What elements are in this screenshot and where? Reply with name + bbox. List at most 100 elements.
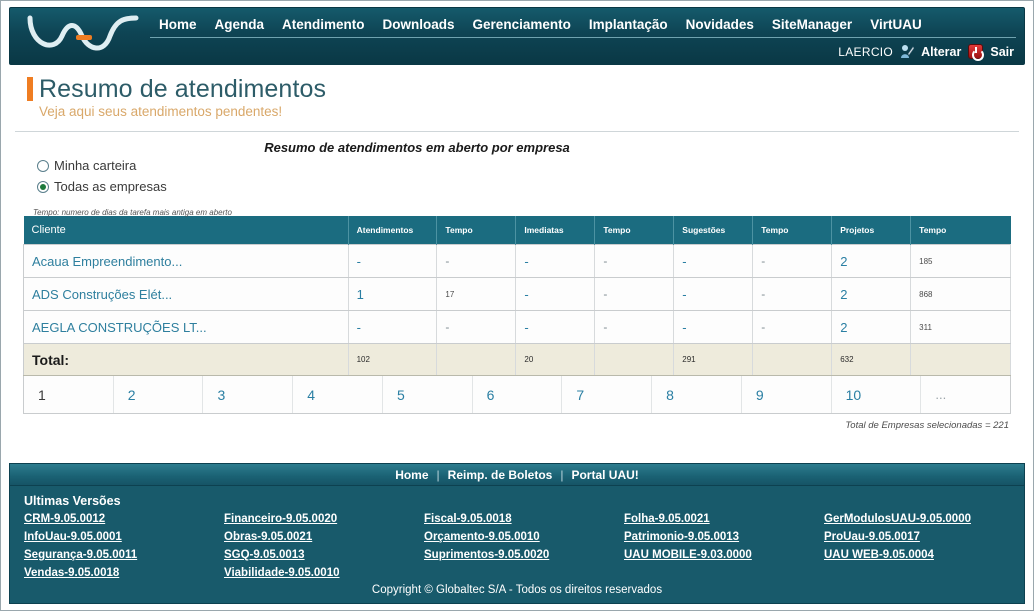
imediatas-link[interactable]: - <box>524 254 528 269</box>
version-link-obras[interactable]: Obras-9.05.0021 <box>224 529 424 545</box>
cliente-link[interactable]: Acaua Empreendimento... <box>32 254 182 269</box>
version-link-suprimentos[interactable]: Suprimentos-9.05.0020 <box>424 547 624 563</box>
radio-todas-empresas[interactable]: Todas as empresas <box>37 179 167 194</box>
col-imediatas[interactable]: Imediatas <box>515 216 596 245</box>
version-link-uau-web[interactable]: UAU WEB-9.05.0004 <box>824 547 1024 563</box>
nav-item-gerenciamento[interactable]: Gerenciamento <box>464 16 580 34</box>
version-link-financeiro[interactable]: Financeiro-9.05.0020 <box>224 511 424 527</box>
total-imediatas: 20 <box>515 343 596 376</box>
radio-todas-empresas-label[interactable]: Todas as empresas <box>54 179 167 194</box>
sugestoes-link[interactable]: - <box>682 287 686 302</box>
nav-item-home[interactable]: Home <box>150 16 206 34</box>
cell-cliente: Acaua Empreendimento... <box>23 244 349 278</box>
version-link-vendas[interactable]: Vendas-9.05.0018 <box>24 565 224 581</box>
nav-item-implantacao[interactable]: Implantação <box>580 16 677 34</box>
cell-imediatas: - <box>515 277 596 311</box>
cliente-link[interactable]: AEGLA CONSTRUÇÕES LT... <box>32 320 207 335</box>
page-3: 3 <box>203 376 294 413</box>
footer-link-portal-uau[interactable]: Portal UAU! <box>571 468 638 482</box>
page-link-5[interactable]: 5 <box>397 387 405 403</box>
version-link-folha[interactable]: Folha-9.05.0021 <box>624 511 824 527</box>
version-link-uau-mobile[interactable]: UAU MOBILE-9.03.0000 <box>624 547 824 563</box>
uau-logo[interactable] <box>24 14 144 58</box>
nav-item-atendimento[interactable]: Atendimento <box>273 16 374 34</box>
total-tempo-3 <box>752 343 833 376</box>
change-user-link[interactable]: Alterar <box>921 45 961 59</box>
page-footer: Home | Reimp. de Boletos | Portal UAU! U… <box>9 463 1025 604</box>
atendimentos-link[interactable]: - <box>357 320 361 335</box>
imediatas-link[interactable]: - <box>524 287 528 302</box>
section-caption: Resumo de atendimentos em aberto por emp… <box>264 140 570 155</box>
projetos-link[interactable]: 2 <box>840 254 847 269</box>
atendimentos-link[interactable]: - <box>357 254 361 269</box>
page-link-7[interactable]: 7 <box>576 387 584 403</box>
col-projetos[interactable]: Projetos <box>831 216 912 245</box>
radio-todas-empresas-dot[interactable] <box>37 180 49 193</box>
atendimentos-table: Cliente Atendimentos Tempo Imediatas Tem… <box>23 216 1011 376</box>
radio-minha-carteira[interactable]: Minha carteira <box>37 158 167 173</box>
total-tempo-4 <box>910 343 1011 376</box>
atendimentos-link[interactable]: 1 <box>357 287 364 302</box>
col-atendimentos[interactable]: Atendimentos <box>348 216 438 245</box>
version-link-fiscal[interactable]: Fiscal-9.05.0018 <box>424 511 624 527</box>
page-1[interactable]: 1 <box>24 376 114 413</box>
col-sugestoes[interactable]: Sugestões <box>673 216 754 245</box>
col-tempo-3[interactable]: Tempo <box>752 216 833 245</box>
imediatas-link[interactable]: - <box>524 320 528 335</box>
footer-separator-1: | <box>436 467 440 482</box>
sugestoes-link[interactable]: - <box>682 254 686 269</box>
cell-atendimentos: - <box>348 244 438 278</box>
version-link-crm[interactable]: CRM-9.05.0012 <box>24 511 224 527</box>
radio-minha-carteira-dot[interactable] <box>37 159 49 172</box>
col-tempo-1[interactable]: Tempo <box>436 216 517 245</box>
projetos-link[interactable]: 2 <box>840 287 847 302</box>
nav-item-virtuau[interactable]: VirtUAU <box>861 16 931 34</box>
page-link-10[interactable]: 10 <box>846 387 862 403</box>
cell-tempo-3: - <box>752 244 833 278</box>
page-link-8[interactable]: 8 <box>666 387 674 403</box>
power-icon[interactable] <box>968 44 985 61</box>
version-link-seguranca[interactable]: Segurança-9.05.0011 <box>24 547 224 563</box>
page-8: 8 <box>652 376 742 413</box>
total-projetos: 632 <box>831 343 912 376</box>
page-subtitle: Veja aqui seus atendimentos pendentes! <box>39 104 283 119</box>
cell-tempo-1: - <box>436 244 517 278</box>
cell-tempo-4: 311 <box>910 310 1011 344</box>
page-more[interactable]: ... <box>921 376 1010 413</box>
logged-user-name: LAERCIO <box>838 44 894 59</box>
page-link-4[interactable]: 4 <box>307 387 315 403</box>
cell-tempo-4: 868 <box>910 277 1011 311</box>
version-link-prouau[interactable]: ProUau-9.05.0017 <box>824 529 1024 545</box>
page-link-6[interactable]: 6 <box>487 387 495 403</box>
version-link-sgq[interactable]: SGQ-9.05.0013 <box>224 547 424 563</box>
page-link-9[interactable]: 9 <box>756 387 764 403</box>
logout-link[interactable]: Sair <box>990 45 1014 59</box>
version-link-infouau[interactable]: InfoUau-9.05.0001 <box>24 529 224 545</box>
version-link-orcamento[interactable]: Orçamento-9.05.0010 <box>424 529 624 545</box>
total-companies-label: Total de Empresas selecionadas = 221 <box>845 420 1009 431</box>
footer-link-reimp-boletos[interactable]: Reimp. de Boletos <box>448 468 553 482</box>
page-2: 2 <box>114 376 204 413</box>
col-cliente[interactable]: Cliente <box>23 216 349 245</box>
nav-item-agenda[interactable]: Agenda <box>206 16 274 34</box>
page-link-3[interactable]: 3 <box>217 387 225 403</box>
version-link-viabilidade[interactable]: Viabilidade-9.05.0010 <box>224 565 424 581</box>
cliente-link[interactable]: ADS Construções Elét... <box>32 287 172 302</box>
version-link-patrimonio[interactable]: Patrimonio-9.05.0013 <box>624 529 824 545</box>
page-link-2[interactable]: 2 <box>128 387 136 403</box>
sugestoes-link[interactable]: - <box>682 320 686 335</box>
total-sugestoes: 291 <box>673 343 754 376</box>
cell-tempo-3: - <box>752 310 833 344</box>
nav-item-downloads[interactable]: Downloads <box>374 16 464 34</box>
projetos-link[interactable]: 2 <box>840 320 847 335</box>
versions-title: Ultimas Versões <box>24 494 121 508</box>
footer-navigation: Home | Reimp. de Boletos | Portal UAU! <box>10 464 1024 486</box>
version-link-germodulosuau[interactable]: GerModulosUAU-9.05.0000 <box>824 511 1024 527</box>
radio-minha-carteira-label[interactable]: Minha carteira <box>54 158 136 173</box>
col-tempo-4[interactable]: Tempo <box>910 216 1011 245</box>
cell-sugestoes: - <box>673 310 754 344</box>
nav-item-novidades[interactable]: Novidades <box>677 16 763 34</box>
col-tempo-2[interactable]: Tempo <box>594 216 675 245</box>
footer-link-home[interactable]: Home <box>395 468 428 482</box>
nav-item-sitemanager[interactable]: SiteManager <box>763 16 861 34</box>
